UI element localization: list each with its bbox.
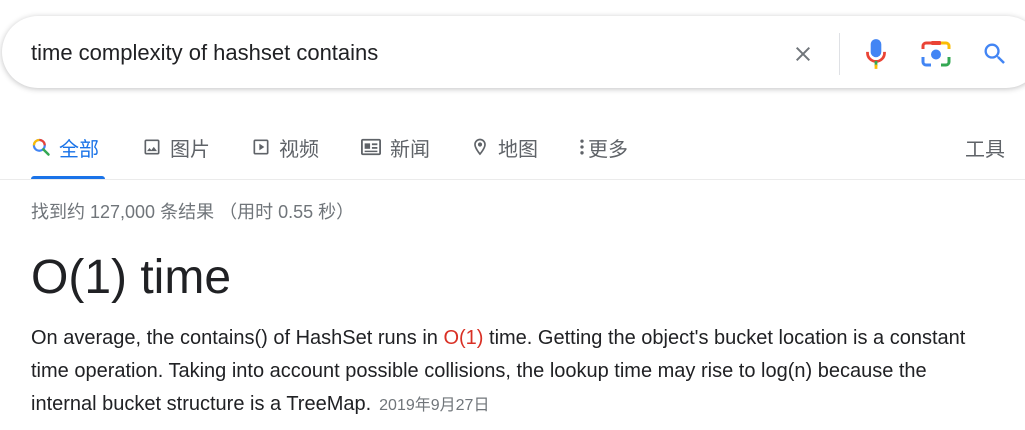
featured-snippet: On average, the contains() of HashSet ru…: [31, 322, 991, 422]
search-icon: [984, 43, 1005, 64]
snippet-text: On average, the contains() of HashSet ru…: [31, 327, 444, 349]
image-search-button[interactable]: [916, 34, 956, 74]
tab-all[interactable]: 全部: [31, 124, 99, 170]
tabs-divider: [0, 179, 1025, 180]
tools-button[interactable]: 工具: [965, 124, 1005, 170]
search-button[interactable]: [975, 34, 1015, 74]
clear-button[interactable]: [784, 36, 822, 72]
snippet-highlight: O(1): [443, 327, 484, 349]
voice-search-button[interactable]: [858, 34, 894, 74]
tools-label: 工具: [965, 138, 1005, 161]
tab-more[interactable]: 更多: [578, 124, 628, 170]
tab-maps[interactable]: 地图: [470, 124, 538, 170]
tab-label: 图片: [170, 138, 210, 161]
tab-news[interactable]: 新闻: [360, 124, 430, 170]
tab-label: 全部: [59, 138, 99, 161]
result-stats: 找到约 127,000 条结果 （用时 0.55 秒）: [31, 202, 355, 222]
search-icon: [31, 137, 51, 157]
close-icon: [796, 47, 810, 61]
tab-label: 更多: [588, 138, 628, 161]
tab-label: 地图: [498, 138, 538, 161]
search-tabs: 全部 图片 视频 新闻 地图 更多 工具: [0, 124, 1025, 180]
image-icon: [142, 137, 162, 157]
search-box-divider: [839, 33, 840, 75]
more-vert-icon: [578, 137, 586, 157]
video-play-icon: [251, 137, 271, 157]
tab-images[interactable]: 图片: [142, 124, 210, 170]
tab-label: 新闻: [390, 138, 430, 161]
camera-lens-icon: [921, 41, 951, 67]
search-results-page: time complexity of hashset contains 全部 图…: [0, 0, 1025, 430]
microphone-icon: [866, 39, 886, 69]
featured-answer-title: O(1) time: [31, 251, 232, 304]
search-input[interactable]: time complexity of hashset contains: [31, 38, 378, 68]
news-icon: [360, 137, 382, 157]
map-pin-icon: [470, 136, 490, 158]
tab-label: 视频: [279, 138, 319, 161]
tab-videos[interactable]: 视频: [251, 124, 319, 170]
snippet-date: 2019年9月27日: [379, 397, 490, 414]
